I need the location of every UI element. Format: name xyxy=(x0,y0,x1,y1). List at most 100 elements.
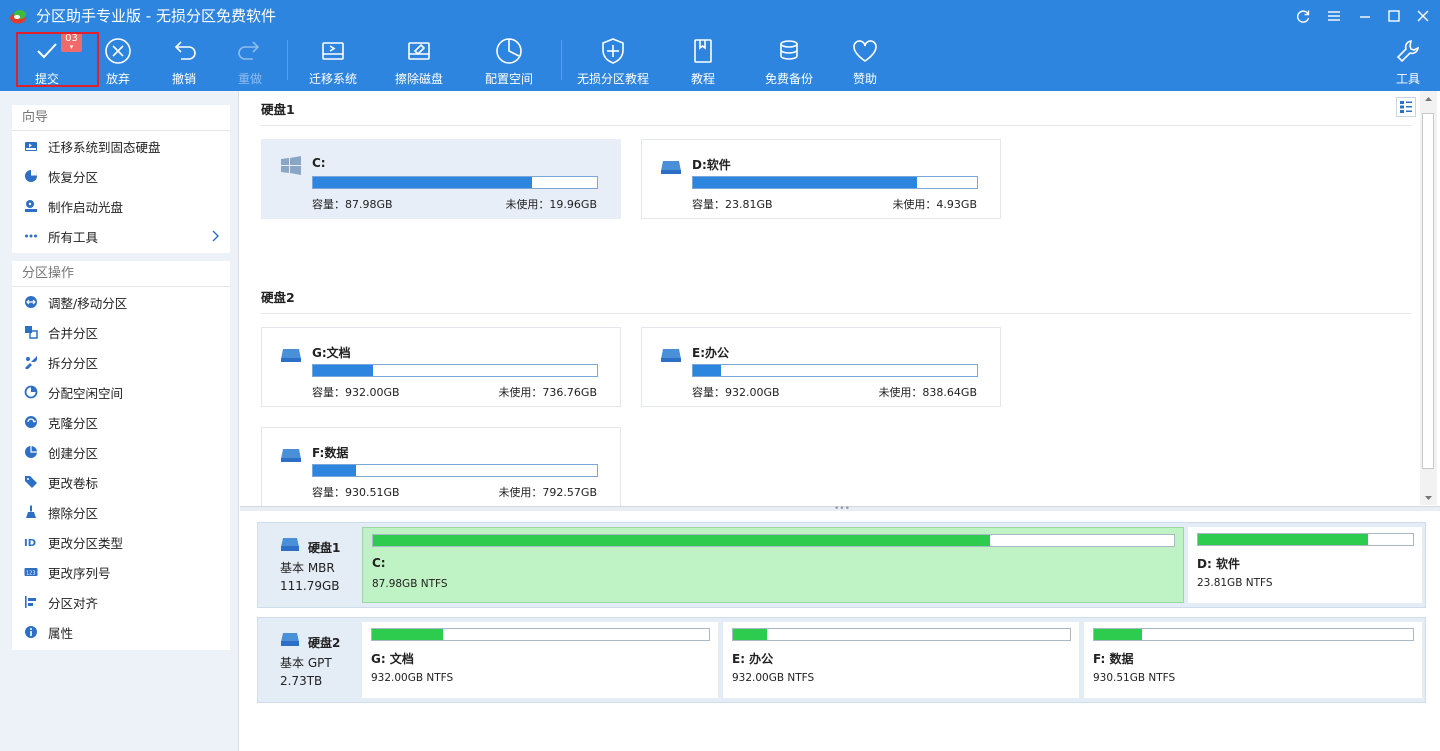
sidebar-item-label: 拆分分区 xyxy=(48,355,99,371)
scroll-down-arrow-icon[interactable] xyxy=(1424,493,1433,502)
usage-bar xyxy=(312,176,598,189)
sidebar-item-all-tools[interactable]: 所有工具 xyxy=(12,221,230,251)
operations-heading: 分区操作 xyxy=(12,261,230,287)
heart-icon xyxy=(850,36,880,66)
svg-text:ID: ID xyxy=(24,538,36,549)
title-bar: 分区助手专业版 - 无损分区免费软件 xyxy=(0,0,1440,32)
map-partition-c[interactable]: C: 87.98GB NTFS xyxy=(362,527,1184,603)
map-partition-d[interactable]: D: 软件 23.81GB NTFS xyxy=(1188,527,1422,603)
lossless-tutorial-button[interactable]: 无损分区教程 xyxy=(574,34,652,88)
migrate-os-label: 迁移系统 xyxy=(308,72,357,86)
migrate-os-button[interactable]: 迁移系统 xyxy=(306,34,360,88)
sidebar-item-align[interactable]: 分区对齐 xyxy=(12,587,230,617)
redo-icon xyxy=(235,36,265,66)
sidebar-item-change-type[interactable]: ID 更改分区类型 xyxy=(12,527,230,557)
partition-card-g[interactable]: G:文档 容量：932.00GB 未使用：736.76GB xyxy=(261,327,621,407)
usage-bar xyxy=(312,364,598,377)
disk-name: 硬盘2 xyxy=(308,636,341,650)
book-icon xyxy=(688,36,718,66)
sidebar-item-resize-move[interactable]: 调整/移动分区 xyxy=(12,287,230,317)
map-usage-bar xyxy=(732,628,1071,641)
disk2-info[interactable]: 硬盘2 基本 GPT 2.73TB xyxy=(258,618,358,702)
sidebar-item-recover-partition[interactable]: 恢复分区 xyxy=(12,161,230,191)
map-partition-e[interactable]: E: 办公 932.00GB NTFS xyxy=(723,622,1079,698)
partition-card-f[interactable]: F:数据 容量：930.51GB 未使用：792.57GB xyxy=(261,427,621,507)
sidebar-item-change-label[interactable]: 更改卷标 xyxy=(12,467,230,497)
sidebar-item-split[interactable]: 拆分分区 xyxy=(12,347,230,377)
vertical-scrollbar[interactable] xyxy=(1420,91,1437,505)
commit-highlight-frame xyxy=(16,32,99,87)
hard-disk-icon xyxy=(281,538,299,551)
donate-button[interactable]: 赞助 xyxy=(848,34,882,88)
partition-card-d[interactable]: D:软件 容量：23.81GB 未使用：4.93GB xyxy=(641,139,1001,219)
scroll-up-arrow-icon[interactable] xyxy=(1424,95,1433,104)
disk2-heading: 硬盘2 xyxy=(261,290,295,305)
map-usage-bar xyxy=(1093,628,1414,641)
map-partition-fs: 23.81GB NTFS xyxy=(1197,577,1273,589)
maximize-icon[interactable] xyxy=(1382,4,1406,28)
discard-button[interactable]: 放弃 xyxy=(101,34,135,88)
id-icon: ID xyxy=(24,535,38,549)
sidebar-item-wipe-partition[interactable]: 擦除分区 xyxy=(12,497,230,527)
disk-type: 基本 GPT xyxy=(280,656,332,670)
minimize-icon[interactable] xyxy=(1353,4,1377,28)
sidebar-item-merge[interactable]: 合并分区 xyxy=(12,317,230,347)
partition-cards-pane: 硬盘1 C: 容量：87.98GB 未使用：19.96GB D:软件 容量：23… xyxy=(240,91,1440,507)
free-backup-label: 免费备份 xyxy=(764,72,813,86)
capacity-text: 容量：23.81GB xyxy=(692,198,773,211)
more-icon xyxy=(24,229,38,243)
svg-text:123: 123 xyxy=(26,571,36,577)
sidebar-item-allocate-free[interactable]: 分配空闲空间 xyxy=(12,377,230,407)
partition-card-c[interactable]: C: 容量：87.98GB 未使用：19.96GB xyxy=(261,139,621,219)
redo-button[interactable]: 重做 xyxy=(233,34,267,88)
menu-icon[interactable] xyxy=(1322,4,1346,28)
free-backup-button[interactable]: 免费备份 xyxy=(762,34,816,88)
map-usage-bar xyxy=(1197,533,1414,546)
divider xyxy=(261,313,1411,314)
discard-icon xyxy=(103,36,133,66)
view-toggle-button[interactable] xyxy=(1396,97,1416,117)
free-space-text: 未使用：838.64GB xyxy=(878,386,977,399)
disk1-info[interactable]: 硬盘1 基本 MBR 111.79GB xyxy=(258,523,358,607)
serial-number-icon: 123 xyxy=(24,565,38,579)
usage-bar xyxy=(692,364,978,377)
map-partition-name: E: 办公 xyxy=(732,652,774,666)
tutorial-button[interactable]: 教程 xyxy=(686,34,720,88)
partition-card-e[interactable]: E:办公 容量：932.00GB 未使用：838.64GB xyxy=(641,327,1001,407)
disk2-map-row[interactable]: 硬盘2 基本 GPT 2.73TB G: 文档 932.00GB NTFS E:… xyxy=(257,617,1426,703)
map-partition-name: D: 软件 xyxy=(1197,557,1240,571)
allocate-icon xyxy=(24,385,38,399)
map-partition-f[interactable]: F: 数据 930.51GB NTFS xyxy=(1084,622,1422,698)
windows-icon xyxy=(281,156,301,175)
allocate-space-button[interactable]: 配置空间 xyxy=(482,34,536,88)
sidebar-item-label: 创建分区 xyxy=(48,445,99,461)
wizard-panel: 向导 迁移系统到固态硬盘 恢复分区 制作启动光盘 所有工具 xyxy=(12,105,230,253)
undo-icon xyxy=(169,36,199,66)
scrollbar-thumb[interactable] xyxy=(1422,113,1434,469)
free-space-text: 未使用：19.96GB xyxy=(505,198,597,211)
pie-chart-icon xyxy=(494,36,524,66)
refresh-icon[interactable] xyxy=(1291,4,1315,28)
toolbar-separator xyxy=(561,40,562,80)
sidebar-item-clone[interactable]: 克隆分区 xyxy=(12,407,230,437)
disk-size: 111.79GB xyxy=(280,579,340,593)
tools-button[interactable]: 工具 xyxy=(1391,34,1425,88)
split-icon xyxy=(24,355,38,369)
sidebar-item-properties[interactable]: 属性 xyxy=(12,617,230,647)
disk-size: 2.73TB xyxy=(280,674,323,688)
map-partition-name: G: 文档 xyxy=(371,652,414,666)
partition-name: D:软件 xyxy=(692,158,731,172)
undo-label: 撤销 xyxy=(171,72,196,86)
map-partition-g[interactable]: G: 文档 932.00GB NTFS xyxy=(362,622,718,698)
sidebar-item-migrate-ssd[interactable]: 迁移系统到固态硬盘 xyxy=(12,131,230,161)
redo-label: 重做 xyxy=(237,72,262,86)
wipe-disk-button[interactable]: 擦除磁盘 xyxy=(392,34,446,88)
title-toolbar-area: 分区助手专业版 - 无损分区免费软件 提交 03 ▾ 放弃 撤销 重做 迁移系统… xyxy=(0,0,1440,91)
sidebar-item-make-bootdisk[interactable]: 制作启动光盘 xyxy=(12,191,230,221)
undo-button[interactable]: 撤销 xyxy=(167,34,201,88)
sidebar-item-create[interactable]: 创建分区 xyxy=(12,437,230,467)
sidebar-item-change-serial[interactable]: 123 更改序列号 xyxy=(12,557,230,587)
disk1-map-row[interactable]: 硬盘1 基本 MBR 111.79GB C: 87.98GB NTFS D: 软… xyxy=(257,522,1426,608)
discard-label: 放弃 xyxy=(105,72,130,86)
close-icon[interactable] xyxy=(1411,4,1435,28)
